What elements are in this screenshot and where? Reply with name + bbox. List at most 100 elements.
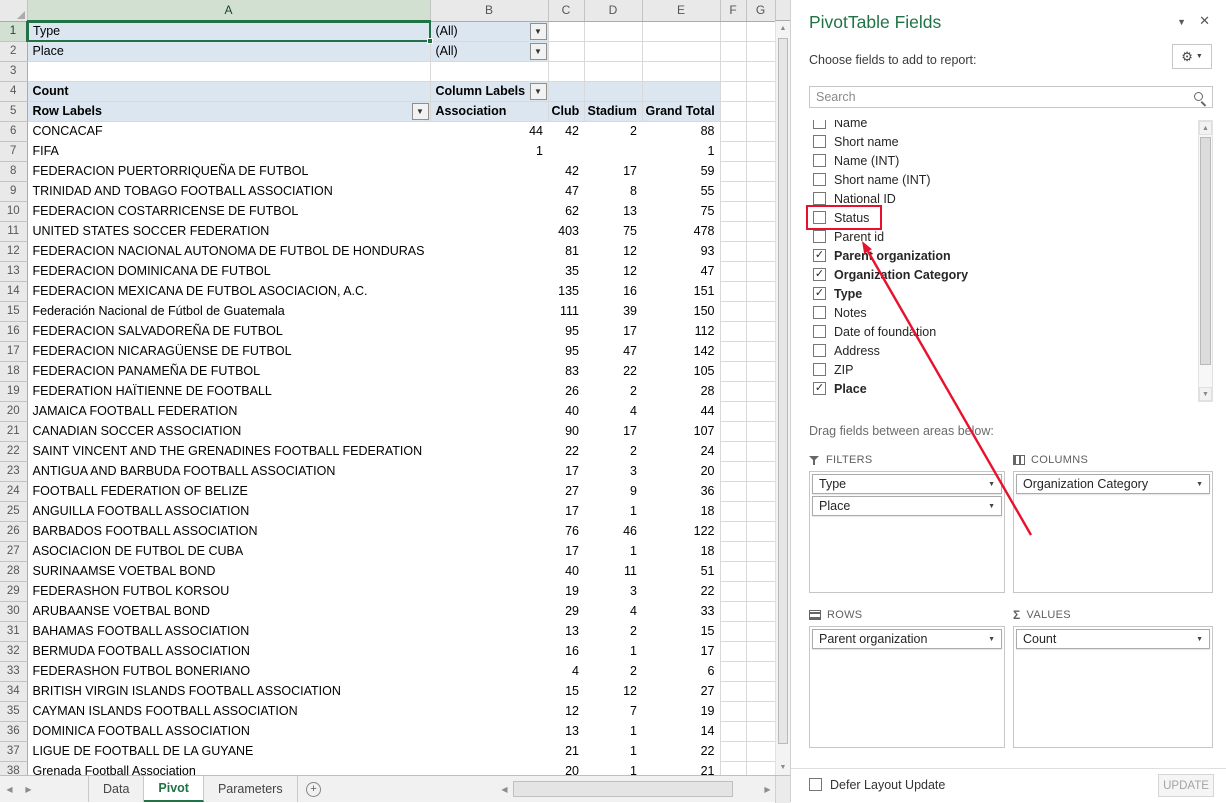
- field-item-national-id[interactable]: National ID: [809, 189, 1213, 208]
- sheet-cell[interactable]: [720, 501, 746, 521]
- pivot-value-cell[interactable]: 95: [548, 341, 584, 361]
- pivot-value-cell[interactable]: 76: [548, 521, 584, 541]
- sheet-cell[interactable]: [584, 21, 642, 41]
- pivot-row-label[interactable]: FEDERACION NICARAGÜENSE DE FUTBOL: [27, 341, 430, 361]
- sheet-cell[interactable]: [720, 221, 746, 241]
- pivot-value-cell[interactable]: 4: [584, 401, 642, 421]
- sheet-cell[interactable]: [720, 121, 746, 141]
- sheet-cell[interactable]: [720, 241, 746, 261]
- area-pill-type[interactable]: Type▼: [812, 474, 1002, 494]
- row-header-36[interactable]: 36: [0, 721, 27, 741]
- row-header-2[interactable]: 2: [0, 41, 27, 61]
- field-checkbox[interactable]: ✓: [813, 249, 826, 262]
- field-checkbox[interactable]: [813, 135, 826, 148]
- field-item-short-name[interactable]: Short name: [809, 132, 1213, 151]
- sheet-cell[interactable]: [584, 61, 642, 81]
- pivot-value-cell[interactable]: 40: [548, 561, 584, 581]
- row-header-38[interactable]: 38: [0, 761, 27, 775]
- pivot-row-label[interactable]: CONCACAF: [27, 121, 430, 141]
- pivot-value-cell[interactable]: 12: [584, 681, 642, 701]
- pivot-value-cell[interactable]: 1: [430, 141, 548, 161]
- pivot-value-cell[interactable]: 22: [642, 581, 720, 601]
- sheet-cell[interactable]: [27, 61, 430, 81]
- pivot-row-label[interactable]: SAINT VINCENT AND THE GRENADINES FOOTBAL…: [27, 441, 430, 461]
- horizontal-scroll-track[interactable]: [512, 781, 760, 798]
- row-header-31[interactable]: 31: [0, 621, 27, 641]
- row-header-18[interactable]: 18: [0, 361, 27, 381]
- pivot-column-header[interactable]: Association: [430, 101, 548, 121]
- pivot-value-cell[interactable]: 81: [548, 241, 584, 261]
- sheet-cell[interactable]: [746, 101, 775, 121]
- sheet-cell[interactable]: [720, 21, 746, 41]
- row-header-6[interactable]: 6: [0, 121, 27, 141]
- sheet-cell[interactable]: [720, 601, 746, 621]
- sheet-cell[interactable]: [746, 721, 775, 741]
- new-sheet-button[interactable]: +: [298, 776, 330, 802]
- column-header-e[interactable]: E: [642, 0, 720, 21]
- sheet-tab-data[interactable]: Data: [88, 776, 144, 802]
- row-labels-dropdown-button[interactable]: ▼: [412, 103, 429, 120]
- pivot-row-label[interactable]: FEDERASHON FUTBOL KORSOU: [27, 581, 430, 601]
- pivot-value-cell[interactable]: 39: [584, 301, 642, 321]
- pivot-value-cell[interactable]: 7: [584, 701, 642, 721]
- sheet-cell[interactable]: [720, 701, 746, 721]
- field-item-name-int-[interactable]: Name (INT): [809, 151, 1213, 170]
- row-header-32[interactable]: 32: [0, 641, 27, 661]
- pivot-value-cell[interactable]: [430, 261, 548, 281]
- pivot-value-cell[interactable]: [430, 161, 548, 181]
- sheet-cell[interactable]: [746, 581, 775, 601]
- sheet-cell[interactable]: [746, 641, 775, 661]
- sheet-cell[interactable]: [720, 341, 746, 361]
- row-header-23[interactable]: 23: [0, 461, 27, 481]
- sheet-cell[interactable]: [746, 341, 775, 361]
- pivot-row-label[interactable]: BAHAMAS FOOTBALL ASSOCIATION: [27, 621, 430, 641]
- pivot-value-cell[interactable]: 42: [548, 121, 584, 141]
- pivot-value-cell[interactable]: 1: [584, 721, 642, 741]
- row-header-35[interactable]: 35: [0, 701, 27, 721]
- tools-button[interactable]: ⚙ ▼: [1172, 44, 1212, 69]
- row-header-26[interactable]: 26: [0, 521, 27, 541]
- scroll-up-icon[interactable]: ▲: [776, 21, 790, 36]
- pivot-value-cell[interactable]: [430, 401, 548, 421]
- sheet-cell[interactable]: [720, 461, 746, 481]
- pivot-value-cell[interactable]: 13: [584, 201, 642, 221]
- sheet-cell[interactable]: [720, 681, 746, 701]
- sheet-cell[interactable]: [720, 201, 746, 221]
- field-checkbox[interactable]: [813, 211, 826, 224]
- sheet-cell[interactable]: [746, 561, 775, 581]
- column-header-f[interactable]: F: [720, 0, 746, 21]
- pivot-value-cell[interactable]: 8: [584, 181, 642, 201]
- field-item-zip[interactable]: ZIP: [809, 360, 1213, 379]
- pivot-value-cell[interactable]: 27: [548, 481, 584, 501]
- sheet-cell[interactable]: [720, 561, 746, 581]
- tab-nav-left-icon[interactable]: ◀: [0, 776, 19, 802]
- pivot-row-label[interactable]: UNITED STATES SOCCER FEDERATION: [27, 221, 430, 241]
- pivot-value-cell[interactable]: 20: [642, 461, 720, 481]
- pivot-row-label[interactable]: FEDERACION NACIONAL AUTONOMA DE FUTBOL D…: [27, 241, 430, 261]
- sheet-cell[interactable]: [720, 81, 746, 101]
- sheet-cell[interactable]: [720, 761, 746, 775]
- tab-nav-right-icon[interactable]: ▶: [19, 776, 38, 802]
- row-header-9[interactable]: 9: [0, 181, 27, 201]
- sheet-cell[interactable]: [720, 481, 746, 501]
- row-header-16[interactable]: 16: [0, 321, 27, 341]
- sheet-cell[interactable]: [548, 81, 584, 101]
- sheet-cell[interactable]: [720, 381, 746, 401]
- row-header-27[interactable]: 27: [0, 541, 27, 561]
- pivot-row-label[interactable]: ASOCIACION DE FUTBOL DE CUBA: [27, 541, 430, 561]
- pivot-value-cell[interactable]: [430, 621, 548, 641]
- sheet-cell[interactable]: [548, 21, 584, 41]
- field-checkbox[interactable]: [813, 173, 826, 186]
- select-all-corner[interactable]: [0, 0, 27, 21]
- scroll-right-icon[interactable]: ▶: [760, 781, 775, 798]
- search-input[interactable]: [810, 87, 1212, 107]
- pivot-value-cell[interactable]: 17: [642, 641, 720, 661]
- pivot-row-label[interactable]: DOMINICA FOOTBALL ASSOCIATION: [27, 721, 430, 741]
- pivot-value-cell[interactable]: 19: [642, 701, 720, 721]
- sheet-cell[interactable]: [720, 281, 746, 301]
- sheet-cell[interactable]: [584, 81, 642, 101]
- pivot-value-cell[interactable]: [430, 481, 548, 501]
- pivot-column-header[interactable]: Club: [548, 101, 584, 121]
- pivot-value-cell[interactable]: 17: [548, 541, 584, 561]
- pivot-row-label[interactable]: CAYMAN ISLANDS FOOTBALL ASSOCIATION: [27, 701, 430, 721]
